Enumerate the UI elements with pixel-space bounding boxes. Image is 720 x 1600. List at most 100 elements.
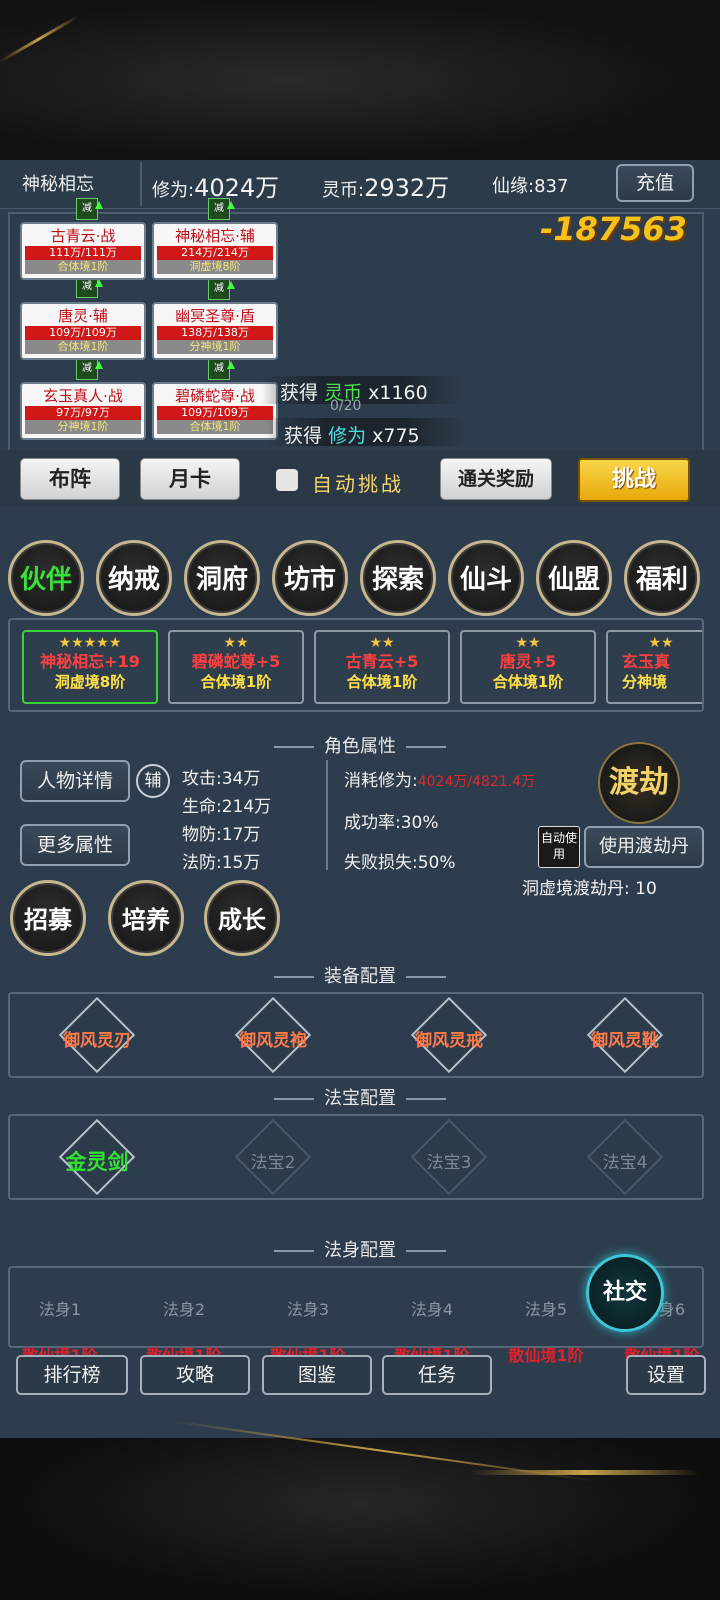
divider — [140, 162, 142, 206]
body-slot-name[interactable]: 法身5 — [516, 1296, 576, 1320]
fail-loss: 失败损失:50% — [344, 853, 456, 873]
debuff-indicator: 减 — [208, 278, 235, 300]
equipment-title: 装备配置 — [0, 962, 720, 988]
recruit-button[interactable]: 招募 — [10, 880, 86, 956]
treasure-title: 法宝配置 — [0, 1084, 720, 1110]
partner-realm: 合体境1阶 — [492, 673, 564, 691]
recharge-button[interactable]: 充值 — [616, 164, 694, 202]
auto-use-toggle[interactable]: 自动使用 — [538, 826, 580, 868]
partner-realm: 分神境 — [622, 673, 668, 691]
unit-realm: 洞虚境8阶 — [157, 260, 273, 274]
battle-unit[interactable]: 幽冥圣尊·盾 138万/138万 分神境1阶 — [152, 302, 278, 360]
damage-number: -187563 — [540, 210, 687, 248]
partner-card[interactable]: ★★ 古青云+5 合体境1阶 — [314, 630, 450, 704]
top-background — [0, 0, 720, 160]
star-rating: ★★ — [369, 635, 395, 651]
partner-name: 碧磷蛇尊+5 — [191, 652, 281, 671]
monthly-card-button[interactable]: 月卡 — [140, 458, 240, 500]
more-attributes-button[interactable]: 更多属性 — [20, 824, 130, 866]
cost-stat: 消耗修为:4024万/4821.4万 — [344, 771, 536, 791]
battle-unit[interactable]: 唐灵·辅 109万/109万 合体境1阶 — [20, 302, 146, 360]
unit-name: 幽冥圣尊·盾 — [175, 307, 255, 325]
unit-realm: 分神境1阶 — [157, 340, 273, 354]
equipment-name: 御风灵袍 — [239, 1031, 307, 1051]
body-slot-name[interactable]: 法身3 — [278, 1296, 338, 1320]
magic-defense-stat: 法防:15万 — [182, 853, 261, 873]
treasure-name: 法宝4 — [602, 1153, 648, 1173]
partner-name: 玄玉真 — [622, 652, 671, 671]
debuff-indicator: 减 — [208, 358, 235, 380]
formation-button[interactable]: 布阵 — [20, 458, 120, 500]
ranking-button[interactable]: 排行榜 — [16, 1355, 128, 1395]
body-slot-name[interactable]: 法身1 — [30, 1296, 90, 1320]
equipment-name: 御风灵戒 — [415, 1031, 483, 1051]
grow-button[interactable]: 成长 — [204, 880, 280, 956]
body-slot-realm: 散仙境1阶 — [508, 1346, 584, 1365]
menu-arena[interactable]: 仙斗 — [448, 540, 524, 616]
partner-card[interactable]: ★★★★★ 神秘相忘+19 洞虚境8阶 — [22, 630, 158, 704]
battle-unit[interactable]: 碧磷蛇尊·战 109万/109万 合体境1阶 — [152, 382, 278, 440]
social-button[interactable]: 社交 — [586, 1254, 664, 1332]
debuff-indicator: 减 — [76, 198, 103, 220]
battle-unit[interactable]: 神秘相忘·辅 214万/214万 洞虚境8阶 — [152, 222, 278, 280]
character-detail-button[interactable]: 人物详情 — [20, 760, 130, 802]
partner-card[interactable]: ★★ 唐灵+5 合体境1阶 — [460, 630, 596, 704]
unit-name: 神秘相忘·辅 — [175, 227, 255, 245]
unit-name: 碧磷蛇尊·战 — [175, 387, 255, 405]
challenge-button[interactable]: 挑战 — [578, 458, 690, 502]
battle-unit[interactable]: 玄玉真人·战 97万/97万 分神境1阶 — [20, 382, 146, 440]
star-rating: ★★★★★ — [58, 635, 122, 651]
tribulation-pill-count: 洞虚境渡劫丹: 10 — [522, 879, 657, 899]
treasure-name: 法宝3 — [426, 1153, 472, 1173]
use-tribulation-pill-button[interactable]: 使用渡劫丹 — [584, 826, 704, 868]
unit-realm: 分神境1阶 — [25, 420, 141, 434]
unit-name: 玄玉真人·战 — [43, 387, 123, 405]
unit-realm: 合体境1阶 — [25, 260, 141, 274]
menu-welfare[interactable]: 福利 — [624, 540, 700, 616]
unit-hp-bar: 111万/111万 — [25, 246, 141, 260]
unit-name: 古青云·战 — [50, 227, 116, 245]
unit-hp-bar: 109万/109万 — [25, 326, 141, 340]
menu-cave[interactable]: 洞府 — [184, 540, 260, 616]
equipment-name: 御风灵靴 — [591, 1031, 659, 1051]
quest-button[interactable]: 任务 — [382, 1355, 492, 1395]
gold-streak — [470, 1470, 700, 1475]
clear-reward-button[interactable]: 通关奖励 — [440, 458, 552, 500]
unit-hp-bar: 97万/97万 — [25, 406, 141, 420]
tribulation-button[interactable]: 渡劫 — [598, 742, 680, 824]
train-button[interactable]: 培养 — [108, 880, 184, 956]
body-slot-name[interactable]: 法身4 — [402, 1296, 462, 1320]
assist-badge: 辅 — [136, 764, 170, 798]
partner-realm: 合体境1阶 — [200, 673, 272, 691]
bottom-background — [0, 1438, 720, 1600]
partner-card[interactable]: ★★ 玄玉真 分神境 — [606, 630, 702, 704]
unit-name: 唐灵·辅 — [58, 307, 108, 325]
hp-stat: 生命:214万 — [182, 797, 272, 817]
reward-toast: 获得 修为 x775 — [284, 425, 420, 447]
partner-realm: 洞虚境8阶 — [54, 673, 126, 691]
guide-button[interactable]: 攻略 — [140, 1355, 250, 1395]
unit-hp-bar: 109万/109万 — [157, 406, 273, 420]
partner-strip: ★★★★★ 神秘相忘+19 洞虚境8阶 ★★ 碧磷蛇尊+5 合体境1阶 ★★ 古… — [8, 618, 704, 712]
menu-market[interactable]: 坊市 — [272, 540, 348, 616]
menu-explore[interactable]: 探索 — [360, 540, 436, 616]
menu-ring[interactable]: 纳戒 — [96, 540, 172, 616]
debuff-indicator: 减 — [208, 198, 235, 220]
menu-partner[interactable]: 伙伴 — [8, 540, 84, 616]
partner-card[interactable]: ★★ 碧磷蛇尊+5 合体境1阶 — [168, 630, 304, 704]
partner-name: 唐灵+5 — [499, 652, 557, 671]
settings-button[interactable]: 设置 — [626, 1355, 706, 1395]
partner-realm: 合体境1阶 — [346, 673, 418, 691]
menu-alliance[interactable]: 仙盟 — [536, 540, 612, 616]
physical-defense-stat: 物防:17万 — [182, 825, 261, 845]
unit-hp-bar: 138万/138万 — [157, 326, 273, 340]
unit-realm: 合体境1阶 — [157, 420, 273, 434]
star-rating: ★★ — [515, 635, 541, 651]
equipment-name: 御风灵刃 — [63, 1031, 131, 1051]
codex-button[interactable]: 图鉴 — [262, 1355, 372, 1395]
stage-progress: 0/20 — [330, 398, 362, 414]
body-slot-name[interactable]: 法身2 — [154, 1296, 214, 1320]
auto-challenge-checkbox[interactable] — [276, 469, 298, 491]
player-name: 神秘相忘 — [22, 174, 94, 195]
battle-unit[interactable]: 古青云·战 111万/111万 合体境1阶 — [20, 222, 146, 280]
